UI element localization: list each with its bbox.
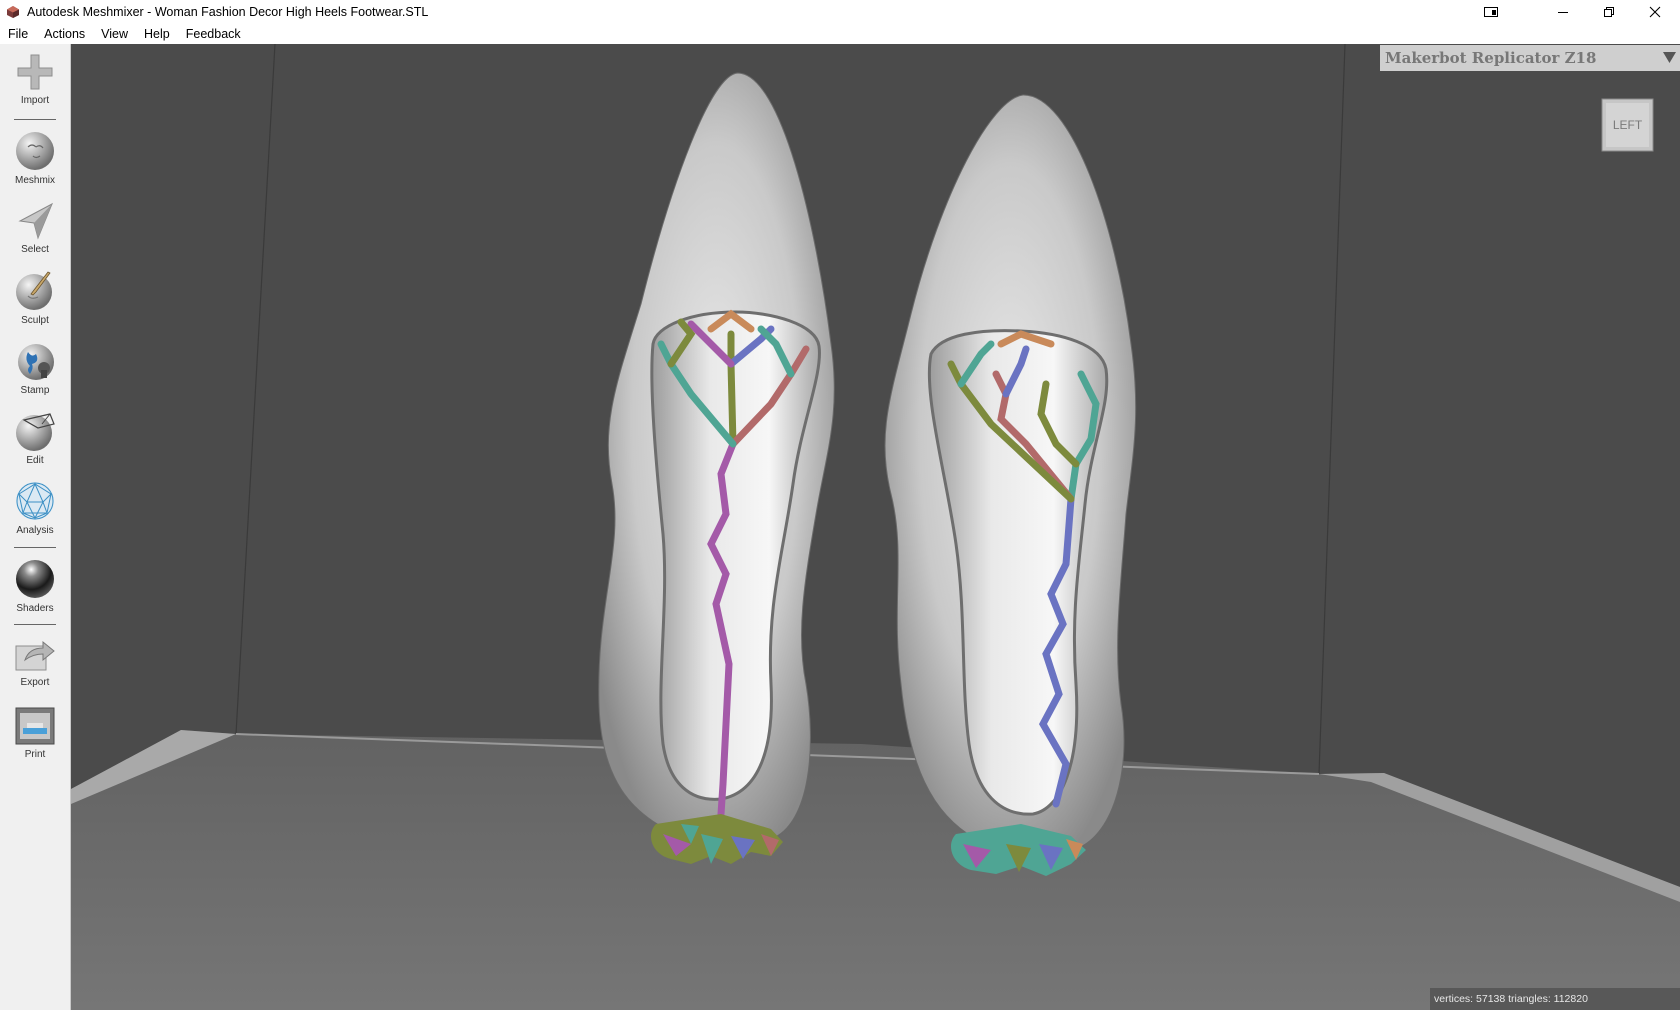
restore-button[interactable] (1586, 0, 1632, 24)
window-title: Autodesk Meshmixer - Woman Fashion Decor… (27, 5, 429, 19)
analysis-label: Analysis (16, 525, 54, 536)
title-bar: Autodesk Meshmixer - Woman Fashion Decor… (0, 0, 1680, 24)
meshmix-label: Meshmix (14, 175, 55, 186)
meshmix-button[interactable]: Meshmix (0, 130, 70, 186)
import-label: Import (20, 95, 50, 106)
toolbar-divider (14, 547, 56, 548)
minimize-icon (1558, 12, 1568, 13)
select-arrow-icon (18, 202, 53, 240)
scene-render (71, 44, 1680, 1010)
tool-sidebar: Import Meshmix Select Sculpt Stamp Edit … (0, 44, 71, 1010)
stamp-label: Stamp (20, 385, 50, 396)
shaders-sphere-icon (16, 560, 54, 598)
export-label: Export (20, 677, 50, 688)
stamp-icon (18, 344, 54, 380)
sculpt-label: Sculpt (21, 315, 49, 326)
shaders-label: Shaders (16, 603, 54, 614)
meshmix-face-icon (16, 132, 54, 170)
menu-file[interactable]: File (0, 24, 36, 44)
select-label: Select (21, 244, 49, 255)
printer-icon (15, 707, 55, 745)
menu-bar: File Actions View Help Feedback (0, 24, 1680, 44)
minimize-button[interactable] (1540, 0, 1586, 24)
dropdown-arrow-icon (1663, 52, 1676, 63)
export-button[interactable]: Export (0, 636, 70, 688)
menu-actions[interactable]: Actions (36, 24, 93, 44)
analysis-wireframe-icon (16, 482, 54, 520)
export-arrow-icon (15, 640, 55, 671)
plus-icon (17, 54, 53, 90)
3d-viewport[interactable]: Makerbot Replicator Z18 LEFT (71, 44, 1680, 1010)
edit-mesh-icon (16, 413, 55, 451)
tablet-mode-button[interactable] (1468, 0, 1514, 24)
printer-dropdown[interactable]: Makerbot Replicator Z18 (1380, 45, 1680, 71)
close-icon (1649, 6, 1661, 18)
toolbar-divider (14, 119, 56, 120)
close-button[interactable] (1632, 0, 1678, 24)
menu-help[interactable]: Help (136, 24, 178, 44)
sculpt-button[interactable]: Sculpt (0, 270, 70, 326)
import-button[interactable]: Import (0, 52, 70, 106)
restore-icon (1604, 7, 1614, 17)
print-label: Print (24, 749, 46, 760)
edit-label: Edit (26, 455, 44, 466)
stamp-button[interactable]: Stamp (0, 340, 70, 396)
mesh-stats-status: vertices: 57138 triangles: 112820 (1430, 988, 1680, 1010)
menu-view[interactable]: View (93, 24, 136, 44)
edit-button[interactable]: Edit (0, 410, 70, 466)
printer-name: Makerbot Replicator Z18 (1385, 49, 1597, 67)
meshmixer-logo-icon (7, 6, 19, 18)
print-button[interactable]: Print (0, 706, 70, 760)
toolbar-divider (14, 624, 56, 625)
view-cube[interactable]: LEFT (1600, 97, 1655, 153)
view-cube-face-label: LEFT (1613, 118, 1643, 132)
menu-feedback[interactable]: Feedback (178, 24, 249, 44)
analysis-button[interactable]: Analysis (0, 480, 70, 536)
tablet-icon (1484, 7, 1498, 17)
select-button[interactable]: Select (0, 201, 70, 255)
shaders-button[interactable]: Shaders (0, 558, 70, 614)
sculpt-brush-icon (16, 271, 52, 310)
